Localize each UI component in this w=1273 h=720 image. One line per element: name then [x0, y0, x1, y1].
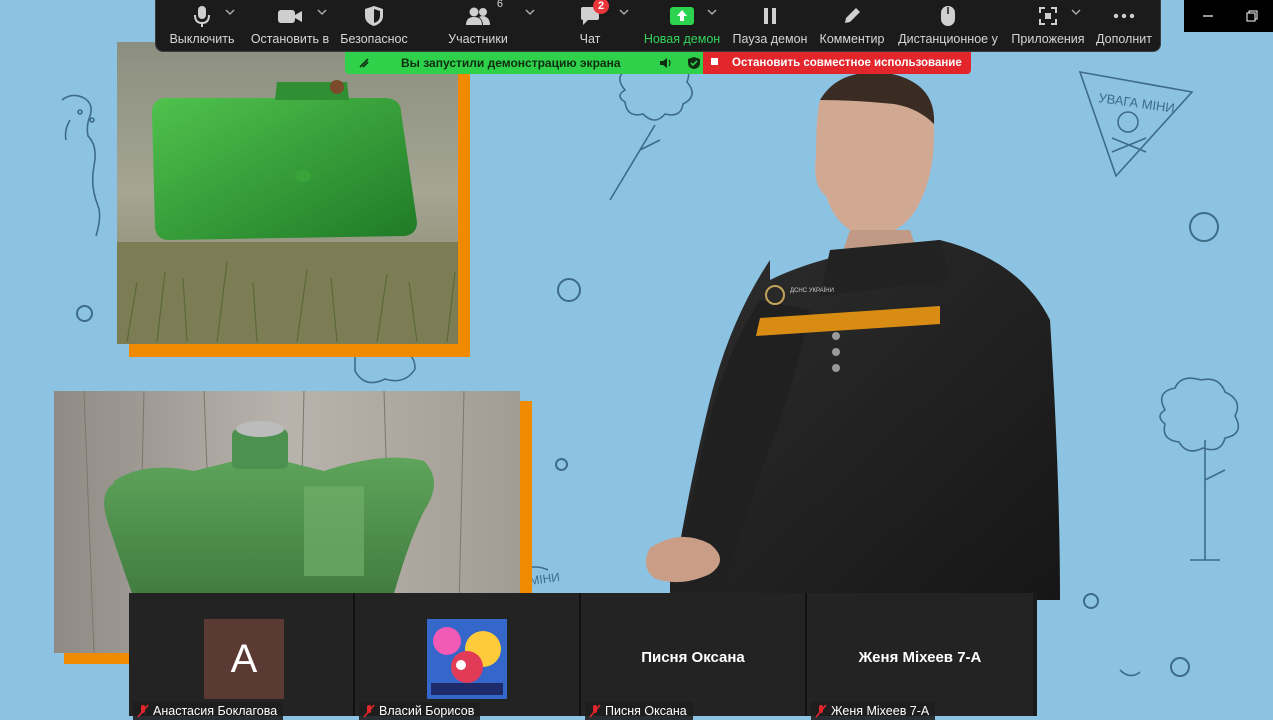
- microphone-icon: [194, 6, 210, 27]
- toolbar-label: Остановить в: [250, 32, 330, 46]
- drag-handle-icon[interactable]: [357, 56, 371, 70]
- window-controls: [1184, 0, 1273, 32]
- stop-square-icon: [711, 57, 718, 65]
- participant-name-tag: Власий Борисов: [359, 702, 481, 720]
- toolbar-label: Приложения: [1011, 32, 1085, 46]
- toolbar-label: Чат: [579, 32, 601, 46]
- minimize-icon[interactable]: [1202, 10, 1214, 22]
- chat-button[interactable]: 2 Чат: [560, 0, 620, 52]
- bubble: [557, 278, 581, 302]
- bubble: [555, 458, 568, 471]
- chevron-down-icon[interactable]: [525, 8, 535, 16]
- bubble: [1189, 212, 1219, 242]
- avatar: [427, 619, 507, 699]
- pause-share-button[interactable]: Пауза демон: [732, 0, 808, 52]
- participant-display-name: Женя Міхеев 7-А: [858, 649, 982, 666]
- annotate-button[interactable]: Комментир: [816, 0, 888, 52]
- participant-name-tag: Писня Оксана: [585, 702, 693, 720]
- sharing-status-text: Вы запустили демонстрацию экрана: [401, 56, 621, 70]
- svg-text:МІНИ: МІНИ: [528, 570, 560, 588]
- pencil-icon: [845, 8, 860, 23]
- photo-card-box-mine: [117, 42, 470, 357]
- chevron-down-icon[interactable]: [619, 8, 629, 16]
- toolbar-label: Пауза демон: [732, 32, 808, 46]
- presenter-figure: ДСНС УКРАЇНИ: [645, 72, 1060, 600]
- avatar: А: [204, 619, 284, 699]
- svg-text:ДСНС УКРАЇНИ: ДСНС УКРАЇНИ: [790, 287, 834, 294]
- participant-display-name: Писня Оксана: [641, 649, 745, 666]
- toolbar-label: Участники: [448, 32, 508, 46]
- chat-unread-badge: 2: [593, 0, 609, 14]
- shield-check-icon[interactable]: [687, 56, 701, 70]
- video-camera-icon: [278, 10, 302, 23]
- participant-gallery: А Анастасия Боклагова Власий Борисов Пис…: [129, 593, 1037, 720]
- bubble: [76, 305, 93, 322]
- participant-name-tag: Анастасия Боклагова: [133, 702, 284, 720]
- participant-tile[interactable]: Власий Борисов: [355, 593, 581, 720]
- bubble: [1170, 657, 1190, 677]
- participants-count: 6: [496, 0, 503, 10]
- toolbar-label: Комментир: [819, 32, 885, 46]
- participants-button[interactable]: 6 Участники: [442, 0, 514, 52]
- chevron-down-icon[interactable]: [317, 8, 327, 16]
- mouse-icon: [941, 6, 955, 26]
- apps-icon: [1039, 7, 1057, 25]
- participant-tile[interactable]: Писня Оксана Писня Оксана: [581, 593, 807, 720]
- more-icon: [1113, 13, 1135, 19]
- security-button[interactable]: Безопаснос: [338, 0, 410, 52]
- participant-name-tag: Женя Міхеев 7-А: [811, 702, 936, 720]
- more-button[interactable]: Дополнит: [1092, 0, 1156, 52]
- toolbar-label: Дистанционное у: [898, 32, 998, 46]
- shield-icon: [365, 6, 383, 26]
- share-screen-icon: [670, 7, 694, 25]
- toolbar-label: Новая демон: [643, 32, 721, 46]
- stop-share-label: Остановить совместное использование: [732, 57, 962, 69]
- toolbar-label: Выключить: [169, 32, 235, 46]
- chevron-down-icon[interactable]: [225, 8, 235, 16]
- restore-icon[interactable]: [1246, 10, 1258, 22]
- toolbar-label: Безопаснос: [340, 32, 408, 46]
- pause-icon: [764, 8, 776, 24]
- chevron-down-icon[interactable]: [707, 8, 717, 16]
- box-mine-photo: [117, 42, 458, 344]
- speaker-icon[interactable]: [659, 56, 673, 70]
- toolbar-label: Дополнит: [1096, 32, 1152, 46]
- stop-share-button[interactable]: Остановить совместное использование: [703, 52, 971, 74]
- participant-tile[interactable]: Женя Міхеев 7-А Женя Міхеев 7-А: [807, 593, 1033, 720]
- sharing-status-banner: Вы запустили демонстрацию экрана: [345, 52, 703, 74]
- svg-text:УВАГА МІНИ: УВАГА МІНИ: [1098, 90, 1176, 116]
- participants-icon: [466, 7, 490, 25]
- participant-tile[interactable]: А Анастасия Боклагова: [129, 593, 355, 720]
- chevron-down-icon[interactable]: [1071, 8, 1081, 16]
- meeting-toolbar: Выключить Остановить в Безопаснос 6 Учас…: [155, 0, 1161, 52]
- remote-control-button[interactable]: Дистанционное у: [898, 0, 998, 52]
